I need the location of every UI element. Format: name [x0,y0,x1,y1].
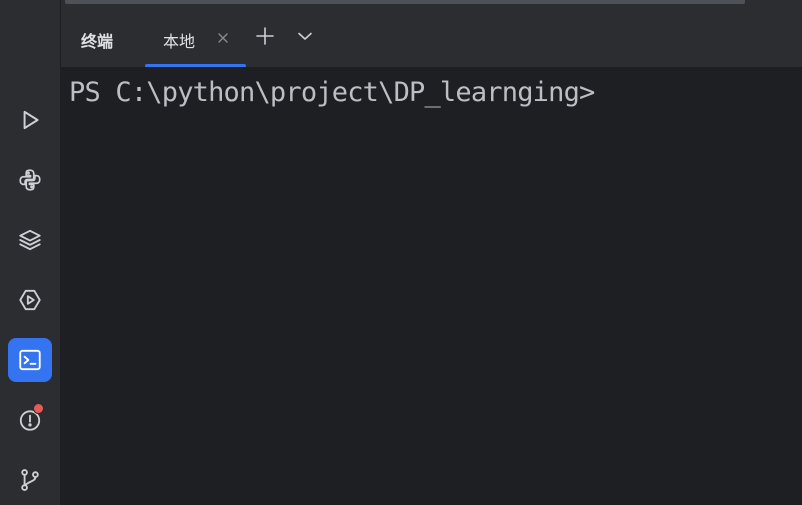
run-button[interactable] [8,98,52,142]
tab-local[interactable]: 本地 [145,6,246,67]
ide-window: 终端 本地 PS C:\python\project\DP_learnging> [0,0,802,505]
python-console-icon [19,169,41,191]
tool-window-sidebar [0,0,61,505]
run-icon [23,110,39,130]
git-button[interactable] [8,458,52,502]
tab-label: 本地 [163,32,196,51]
scrollbar-thumb[interactable] [65,0,745,4]
terminal-output[interactable]: PS C:\python\project\DP_learnging> [61,67,802,505]
python-console-button[interactable] [8,158,52,202]
close-icon[interactable] [215,30,231,46]
problems-button[interactable] [8,398,52,442]
notification-badge [33,403,44,414]
services-icon [19,289,41,311]
services-button[interactable] [8,278,52,322]
terminal-header: 终端 本地 [61,6,802,67]
plus-icon[interactable] [253,24,277,48]
terminal-button[interactable] [8,338,52,382]
terminal-prompt: PS C:\python\project\DP_learnging> [69,77,595,108]
tool-window-title: 终端 [81,32,114,51]
layers-icon [19,229,41,251]
terminal-icon [19,349,41,371]
layers-button[interactable] [8,218,52,262]
chevron-down-icon[interactable] [293,24,317,48]
git-icon [21,469,39,491]
